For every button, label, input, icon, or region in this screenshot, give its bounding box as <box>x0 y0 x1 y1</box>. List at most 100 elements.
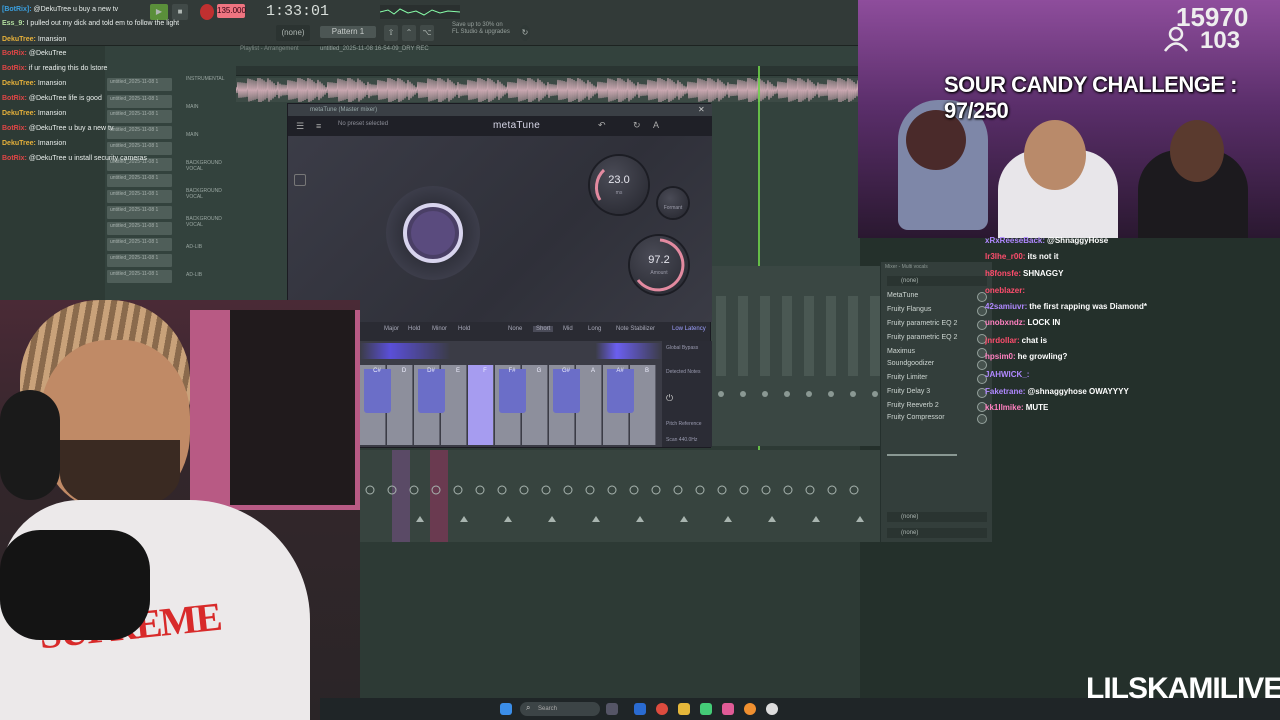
chrome-icon[interactable] <box>656 703 668 715</box>
pitch-reference-label[interactable]: Pitch Reference <box>666 421 702 427</box>
microphone <box>0 530 150 640</box>
mixer-fx-panel: Mixer - Multi vocals (none) MetaTune Fru… <box>880 262 992 542</box>
pattern-selector[interactable]: Pattern 1 <box>320 26 376 38</box>
undo-icon[interactable]: ↶ <box>598 120 606 131</box>
piano-key-black[interactable] <box>499 369 526 413</box>
mode-hold[interactable]: Hold <box>458 326 470 332</box>
formant-knob[interactable]: Formant <box>658 188 688 218</box>
fx-slot[interactable]: Fruity Compressor <box>887 414 977 421</box>
fx-slot[interactable]: MetaTune <box>887 292 977 299</box>
key-label: G <box>536 368 542 374</box>
taskbar-search[interactable]: Search <box>520 702 600 716</box>
close-icon[interactable]: ✕ <box>698 105 705 114</box>
low-latency-toggle[interactable]: Low Latency <box>672 326 706 332</box>
chat-user: Ess_9: <box>2 20 25 27</box>
chat-text: he growling? <box>1017 352 1068 361</box>
fx-output-select[interactable]: (none) <box>887 512 987 522</box>
fx-output-select[interactable]: (none) <box>887 528 987 538</box>
windows-start-icon[interactable] <box>500 703 512 715</box>
tempo-display[interactable]: 135.000 <box>217 4 246 18</box>
file-explorer-icon[interactable] <box>634 703 646 715</box>
chat-user: DekuTree: <box>2 36 36 43</box>
detected-notes-label[interactable]: Detected Notes <box>666 369 700 375</box>
stabilizer-long[interactable]: Long <box>588 326 601 332</box>
chat-text: Imansion <box>37 140 67 147</box>
fx-slot[interactable]: Fruity Reeverb 2 <box>887 402 977 409</box>
piano-keys: C# D D# E F F# G G# A A# B <box>360 341 662 447</box>
snap-select[interactable]: (none) <box>276 25 310 41</box>
clip-item[interactable]: untitled_2025-11-08 1 <box>107 270 172 283</box>
fx-slot[interactable]: Fruity parametric EQ 2 <box>887 320 977 327</box>
mode-hold[interactable]: Hold <box>408 326 420 332</box>
fx-slot[interactable]: Fruity Flangus <box>887 306 977 313</box>
app-icon[interactable] <box>722 703 734 715</box>
refresh-icon[interactable]: ↻ <box>633 120 641 131</box>
plugin-titlebar[interactable]: metaTune (Master mixer) <box>288 104 712 116</box>
scan-frequency-label[interactable]: Scan 440.0Hz <box>666 437 697 443</box>
stabilizer-none[interactable]: None <box>508 326 522 332</box>
preset-select[interactable]: No preset selected <box>338 121 388 127</box>
alt-icon[interactable]: ⌥ <box>420 25 434 41</box>
app-icon[interactable] <box>700 703 712 715</box>
track-name[interactable]: AD-LIB <box>186 272 234 278</box>
audio-clip-instrumental[interactable] <box>236 78 860 102</box>
timeline-ruler[interactable] <box>236 66 860 76</box>
chat-text: LOCK IN <box>1027 318 1061 327</box>
fx-slot[interactable]: Soundgoodizer <box>887 360 977 367</box>
track-name[interactable]: AD-LIB <box>186 244 234 250</box>
microphone-arm <box>230 310 355 505</box>
piano-key-black[interactable] <box>607 369 634 413</box>
stabilizer-mid[interactable]: Mid <box>563 326 573 332</box>
channel-watermark: LILSKAMILIVE <box>1086 672 1280 705</box>
keyboard-toggle-icon[interactable] <box>294 174 306 186</box>
chat-user: oneblazer: <box>985 286 1026 295</box>
chat-text: if ur reading this do lstore <box>28 65 108 72</box>
mode-minor[interactable]: Minor <box>432 326 447 332</box>
clip-item[interactable]: untitled_2025-11-08 1 <box>107 206 172 219</box>
folder-icon[interactable] <box>678 703 690 715</box>
fx-slot[interactable]: Fruity parametric EQ 2 <box>887 334 977 341</box>
mode-major[interactable]: Major <box>384 326 399 332</box>
task-view-icon[interactable] <box>606 703 618 715</box>
chat-message: 42samiuvr: the first rapping was Diamond* <box>985 302 1147 311</box>
playlist-label: Playlist - Arrangement <box>240 46 299 52</box>
amount-knob[interactable]: 97.2 Amount <box>630 236 688 294</box>
record-button[interactable] <box>200 4 214 20</box>
piano-key[interactable] <box>468 365 494 445</box>
clip-item[interactable]: untitled_2025-11-08 1 <box>107 254 172 267</box>
key-label: G# <box>561 368 570 374</box>
clip-item[interactable]: untitled_2025-11-08 1 <box>107 190 172 203</box>
fx-slot[interactable]: Fruity Limiter <box>887 374 977 381</box>
refresh-icon[interactable]: ↻ <box>520 25 530 41</box>
clip-item[interactable]: untitled_2025-11-08 1 <box>107 222 172 235</box>
media-player-icon[interactable] <box>766 703 778 715</box>
ctrl-icon[interactable]: ⌃ <box>402 25 416 41</box>
global-bypass-label[interactable]: Global Bypass <box>666 345 698 351</box>
list-icon[interactable]: ≡ <box>316 121 321 131</box>
fx-input-select[interactable]: (none) <box>887 276 987 286</box>
chat-message: [BotRix]: @DekuTree u buy a new tv <box>2 6 118 13</box>
chat-message: kk1llmike: MUTE <box>985 403 1048 412</box>
fx-slot[interactable]: Maximus <box>887 348 977 355</box>
power-icon[interactable]: ⏻ <box>666 393 673 404</box>
chat-message: h8fonsfe: SHNAGGY <box>985 269 1063 278</box>
track-name[interactable]: BACKGROUND VOCAL <box>186 216 234 228</box>
piano-key-black[interactable] <box>553 369 580 413</box>
stabilizer-short[interactable]: Short <box>533 326 554 332</box>
tuning-icon[interactable]: A <box>653 120 659 130</box>
plugin-side-controls: Global Bypass Detected Notes ⏻ Pitch Ref… <box>662 341 712 447</box>
piano-key-black[interactable] <box>364 369 391 413</box>
fx-slider[interactable] <box>887 454 957 456</box>
clip-item[interactable]: untitled_2025-11-08 1 <box>107 238 172 251</box>
piano-key-black[interactable] <box>418 369 445 413</box>
menu-icon[interactable]: ☰ <box>296 121 304 132</box>
fl-studio-icon[interactable] <box>744 703 756 715</box>
shift-icon[interactable]: ⇧ <box>384 25 398 41</box>
clip-item[interactable]: untitled_2025-11-08 1 <box>107 174 172 187</box>
retune-speed-knob[interactable]: 23.0 ms <box>590 156 648 214</box>
track-name[interactable]: BACKGROUND VOCAL <box>186 188 234 200</box>
chat-user: 42samiuvr: <box>985 302 1028 311</box>
news-hint[interactable]: Save up to 30% on FL Studio & upgrades <box>452 22 510 36</box>
person-center-head <box>1024 120 1086 190</box>
fx-slot[interactable]: Fruity Delay 3 <box>887 388 977 395</box>
